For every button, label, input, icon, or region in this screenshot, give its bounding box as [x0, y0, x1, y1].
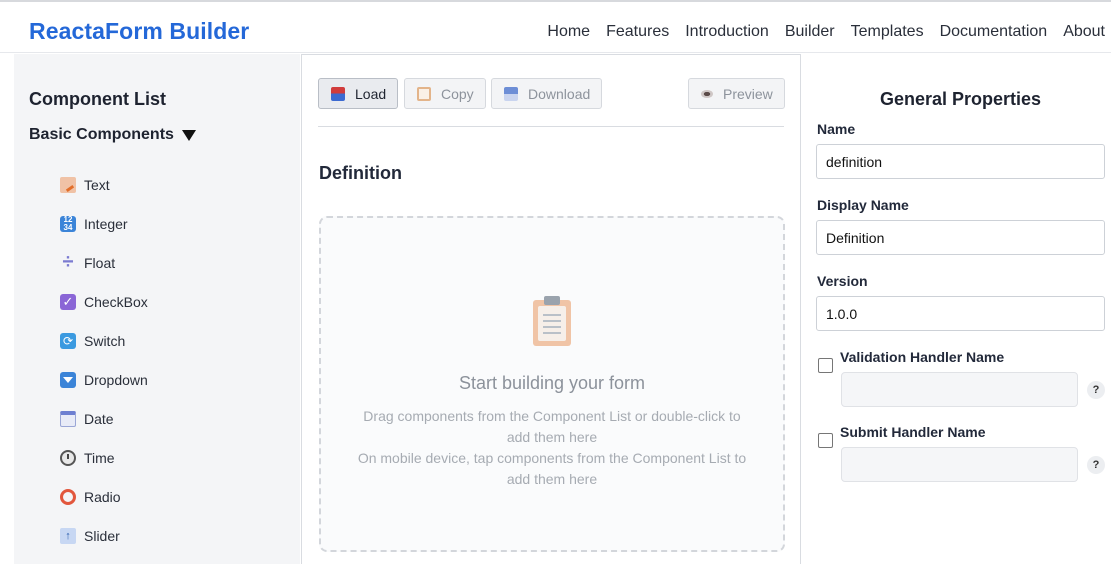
clock-icon — [60, 449, 76, 466]
nav-features[interactable]: Features — [606, 23, 669, 41]
component-switch[interactable]: ⟳ Switch — [60, 321, 148, 360]
nav-introduction[interactable]: Introduction — [685, 23, 769, 41]
brand-logo[interactable]: ReactaForm Builder — [29, 18, 249, 45]
properties-title: General Properties — [879, 89, 1042, 109]
component-text[interactable]: Text — [60, 165, 148, 204]
clipboard-icon — [533, 296, 573, 346]
validation-handler-checkbox[interactable] — [818, 358, 833, 373]
component-label: Switch — [84, 332, 126, 349]
component-label: Radio — [84, 488, 121, 505]
component-dropdown[interactable]: Dropdown — [60, 360, 148, 399]
version-field[interactable]: 1.0.0 — [816, 296, 1105, 331]
load-icon — [331, 86, 345, 101]
version-label: Version — [817, 273, 868, 289]
component-label: Time — [84, 449, 115, 466]
toolbar-divider — [318, 126, 784, 127]
display-name-field[interactable]: Definition — [816, 220, 1105, 255]
dropdown-icon — [60, 371, 76, 388]
submit-handler-label: Submit Handler Name — [840, 424, 986, 440]
form-dropzone[interactable]: Start building your form Drag components… — [319, 216, 785, 552]
download-label: Download — [528, 85, 591, 102]
copy-label: Copy — [441, 85, 474, 102]
component-label: Dropdown — [84, 371, 148, 388]
preview-button[interactable]: Preview — [688, 78, 785, 109]
empty-state-line: Drag components from the Component List … — [363, 408, 741, 445]
component-label: Date — [84, 410, 114, 427]
integer-icon: 12 34 — [60, 215, 76, 232]
nav-home[interactable]: Home — [547, 23, 590, 41]
component-checkbox[interactable]: ✓ CheckBox — [60, 282, 148, 321]
eye-icon — [701, 89, 713, 98]
validation-handler-input[interactable] — [841, 372, 1078, 407]
top-navbar: ReactaForm Builder Home Features Introdu… — [0, 2, 1111, 53]
name-label: Name — [817, 121, 856, 137]
component-list-title: Component List — [29, 89, 166, 109]
main-nav: Home Features Introduction Builder Templ… — [531, 23, 1105, 41]
component-list-panel: Component List Basic Components Text 12 3… — [14, 54, 300, 564]
switch-icon: ⟳ — [60, 332, 76, 349]
component-slider[interactable]: ↑ Slider — [60, 516, 148, 555]
component-items: Text 12 34 Integer ÷ Float ✓ CheckBox ⟳ S… — [60, 165, 148, 555]
component-label: Text — [84, 176, 110, 193]
calendar-icon — [60, 410, 76, 427]
empty-state-line: On mobile device, tap components from th… — [357, 450, 747, 487]
component-date[interactable]: Date — [60, 399, 148, 438]
component-integer[interactable]: 12 34 Integer — [60, 204, 148, 243]
form-canvas-panel: Load Copy Download Preview Definition St… — [301, 54, 801, 564]
section-label: Basic Components — [29, 126, 174, 143]
basic-components-toggle[interactable]: Basic Components — [29, 126, 196, 144]
load-button[interactable]: Load — [318, 78, 399, 109]
properties-panel: General Properties Name definition Displ… — [802, 54, 1111, 564]
empty-state-title: Start building your form — [458, 373, 646, 393]
submit-handler-input[interactable] — [841, 447, 1078, 482]
preview-label: Preview — [723, 85, 773, 102]
name-field[interactable]: definition — [816, 144, 1105, 179]
validation-help-icon[interactable]: ? — [1087, 381, 1105, 399]
form-title: Definition — [319, 163, 402, 183]
nav-about[interactable]: About — [1063, 23, 1105, 41]
component-float[interactable]: ÷ Float — [60, 243, 148, 282]
display-name-label: Display Name — [817, 197, 909, 213]
checkbox-icon: ✓ — [60, 293, 76, 310]
nav-builder[interactable]: Builder — [785, 23, 835, 41]
builder-toolbar: Load Copy Download Preview — [318, 78, 785, 110]
component-label: Integer — [84, 215, 128, 232]
clipboard-icon — [417, 86, 431, 101]
empty-state-description: Drag components from the Component List … — [351, 406, 753, 490]
component-label: Slider — [84, 527, 120, 544]
radio-icon — [60, 488, 76, 505]
validation-handler-label: Validation Handler Name — [840, 349, 1005, 365]
float-icon: ÷ — [62, 251, 74, 273]
copy-button[interactable]: Copy — [404, 78, 486, 109]
submit-handler-checkbox[interactable] — [818, 433, 833, 448]
load-label: Load — [355, 85, 387, 102]
caret-down-icon — [181, 129, 196, 141]
component-label: CheckBox — [84, 293, 148, 310]
component-time[interactable]: Time — [60, 438, 148, 477]
component-radio[interactable]: Radio — [60, 477, 148, 516]
download-icon — [504, 86, 518, 101]
nav-templates[interactable]: Templates — [851, 23, 924, 41]
download-button[interactable]: Download — [491, 78, 603, 109]
component-label: Float — [84, 254, 116, 271]
text-icon — [60, 176, 76, 193]
nav-documentation[interactable]: Documentation — [940, 23, 1048, 41]
submit-help-icon[interactable]: ? — [1087, 456, 1105, 474]
slider-icon: ↑ — [60, 527, 76, 544]
